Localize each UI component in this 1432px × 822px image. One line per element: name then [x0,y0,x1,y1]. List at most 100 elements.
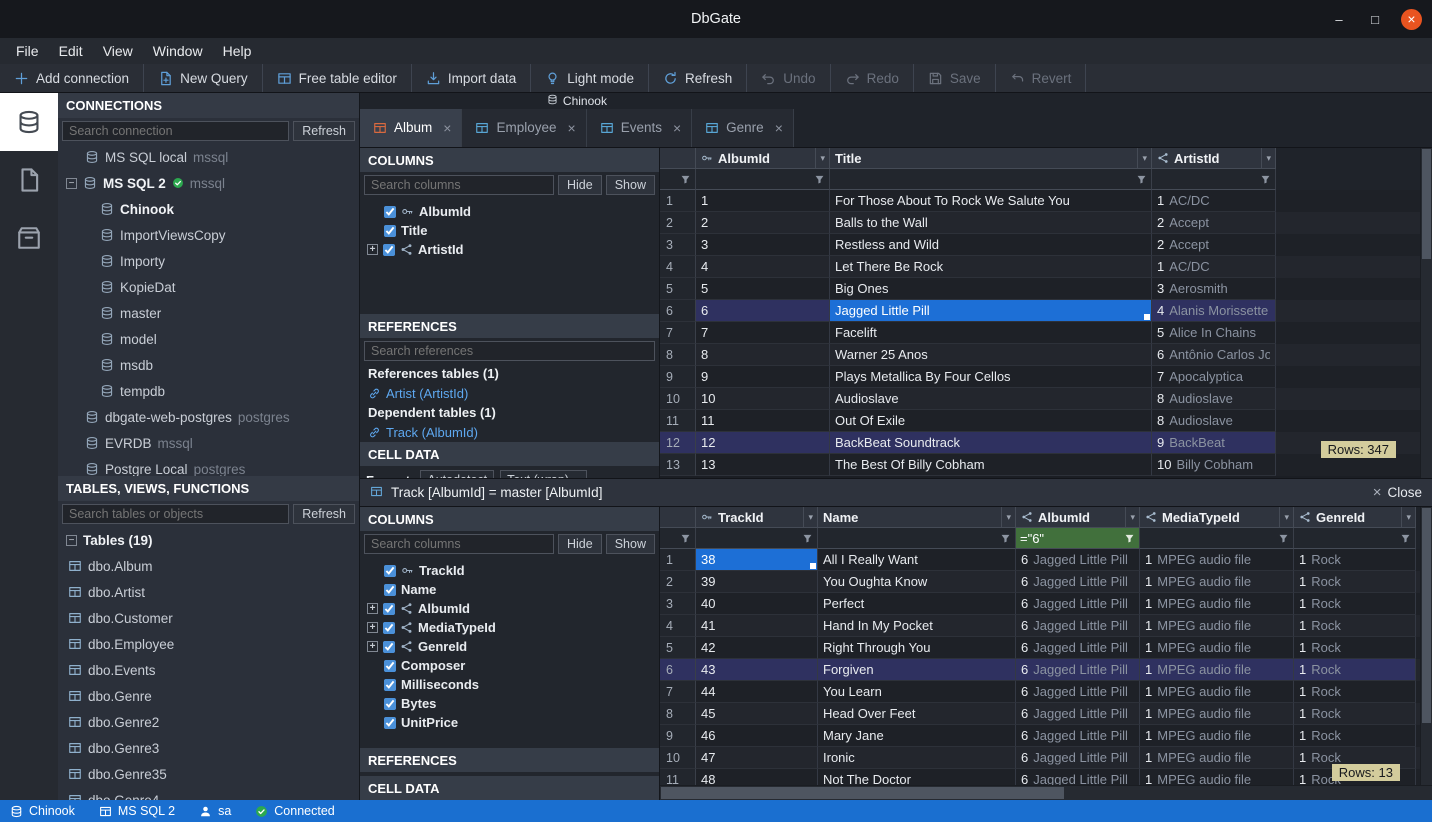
cell-genreid[interactable]: 1Rock [1294,571,1416,593]
column-menu-chevron-icon[interactable]: ▾ [1279,507,1293,527]
close-tab-icon[interactable]: × [673,120,681,136]
cell-genreid[interactable]: 1Rock [1294,549,1416,571]
tables-group[interactable]: −Tables (19) [58,527,359,553]
cell-trackid[interactable]: 48 [696,769,818,785]
cell-albumid[interactable]: 9 [696,366,830,388]
search-tables-input[interactable] [62,504,289,524]
cell-albumid[interactable]: 1 [696,190,830,212]
collapse-icon[interactable]: − [66,178,77,189]
cell-albumid[interactable]: 6Jagged Little Pill [1016,769,1140,785]
wrap-select[interactable]: Text (wrap)▾ [500,470,586,478]
cell-artistid[interactable]: 1AC/DC [1152,256,1276,278]
connection-item-ms-sql-2[interactable]: −MS SQL 2mssql [58,170,359,196]
cell-mediatypeid[interactable]: 1MPEG audio file [1140,703,1294,725]
column-checkbox[interactable] [384,660,396,672]
search-columns-input[interactable] [364,175,554,195]
search-references-input[interactable] [364,341,655,361]
status-chinook[interactable]: Chinook [10,804,75,818]
row-number-cell[interactable]: 5 [660,637,696,659]
cell-name[interactable]: Mary Jane [818,725,1016,747]
row-number-cell[interactable]: 8 [660,344,696,366]
column-checkbox[interactable] [384,584,396,596]
cell-name[interactable]: All I Really Want [818,549,1016,571]
cell-genreid[interactable]: 1Rock [1294,703,1416,725]
menu-file[interactable]: File [6,38,49,64]
row-number-cell[interactable]: 6 [660,300,696,322]
cell-name[interactable]: Not The Doctor [818,769,1016,785]
row-number-cell[interactable]: 4 [660,615,696,637]
cell-artistid[interactable]: 4Alanis Morissette [1152,300,1276,322]
column-header-artistid[interactable]: ArtistId▾ [1152,148,1276,169]
column-checkbox[interactable] [384,565,396,577]
cell-genreid[interactable]: 1Rock [1294,681,1416,703]
refresh-tables-button[interactable]: Refresh [293,504,355,524]
column-item-title[interactable]: Title [360,221,659,240]
column-item-genreid[interactable]: +GenreId [360,637,659,656]
filter-input-artistid[interactable] [1152,169,1276,190]
connection-item-model[interactable]: model [58,326,359,352]
column-checkbox[interactable] [383,641,395,653]
vertical-scrollbar[interactable] [1420,148,1432,478]
cell-title[interactable]: Warner 25 Anos [830,344,1152,366]
table-item-dbo-genre4[interactable]: dbo.Genre4 [58,787,359,800]
cell-title[interactable]: Restless and Wild [830,234,1152,256]
filter-input-trackid[interactable] [696,528,818,549]
cell-trackid[interactable]: 40 [696,593,818,615]
column-checkbox[interactable] [383,603,395,615]
filter-input-albumid[interactable]: ="6" [1016,528,1140,549]
table-item-dbo-genre[interactable]: dbo.Genre [58,683,359,709]
cell-mediatypeid[interactable]: 1MPEG audio file [1140,769,1294,785]
menu-window[interactable]: Window [143,38,213,64]
column-checkbox[interactable] [383,244,395,256]
row-number-cell[interactable]: 8 [660,703,696,725]
row-number-cell[interactable]: 10 [660,747,696,769]
cell-mediatypeid[interactable]: 1MPEG audio file [1140,549,1294,571]
column-item-unitprice[interactable]: UnitPrice [360,713,659,732]
cell-name[interactable]: Right Through You [818,637,1016,659]
cell-artistid[interactable]: 6Antônio Carlos Jobim [1152,344,1276,366]
cell-albumid[interactable]: 6Jagged Little Pill [1016,725,1140,747]
filter-corner[interactable] [660,169,696,190]
expand-icon[interactable]: + [367,603,378,614]
vertical-scrollbar-thumb[interactable] [1422,149,1431,259]
cell-albumid[interactable]: 13 [696,454,830,476]
expand-icon[interactable]: + [367,641,378,652]
cell-albumid[interactable]: 6Jagged Little Pill [1016,637,1140,659]
row-number-cell[interactable]: 5 [660,278,696,300]
column-item-bytes[interactable]: Bytes [360,694,659,713]
row-number-cell[interactable]: 4 [660,256,696,278]
cell-albumid[interactable]: 6Jagged Little Pill [1016,593,1140,615]
cell-mediatypeid[interactable]: 1MPEG audio file [1140,747,1294,769]
widget-db-button[interactable] [0,93,58,151]
horizontal-scrollbar-thumb[interactable] [661,787,1064,799]
cell-albumid[interactable]: 7 [696,322,830,344]
column-menu-chevron-icon[interactable]: ▾ [1137,148,1151,168]
column-item-albumid[interactable]: +AlbumId [360,599,659,618]
status-ms-sql-2[interactable]: MS SQL 2 [99,804,175,818]
row-number-cell[interactable]: 6 [660,659,696,681]
column-menu-chevron-icon[interactable]: ▾ [815,148,829,168]
format-select[interactable]: Autodetect [420,470,494,478]
cell-title[interactable]: Audioslave [830,388,1152,410]
filter-corner[interactable] [660,528,696,549]
cell-albumid[interactable]: 11 [696,410,830,432]
toolbar-import-data-button[interactable]: Import data [412,64,531,92]
toolbar-free-table-editor-button[interactable]: Free table editor [263,64,412,92]
status-sa[interactable]: sa [199,804,231,818]
table-item-dbo-events[interactable]: dbo.Events [58,657,359,683]
cell-name[interactable]: Head Over Feet [818,703,1016,725]
connection-item-ms-sql-local[interactable]: MS SQL localmssql [58,144,359,170]
close-reference-panel-button[interactable]: × Close [1373,484,1422,501]
cell-mediatypeid[interactable]: 1MPEG audio file [1140,659,1294,681]
cell-albumid[interactable]: 6Jagged Little Pill [1016,659,1140,681]
cell-title[interactable]: Out Of Exile [830,410,1152,432]
table-item-dbo-genre35[interactable]: dbo.Genre35 [58,761,359,787]
cell-title[interactable]: Big Ones [830,278,1152,300]
row-number-cell[interactable]: 1 [660,190,696,212]
row-number-cell[interactable]: 10 [660,388,696,410]
cell-genreid[interactable]: 1Rock [1294,637,1416,659]
connection-item-importy[interactable]: Importy [58,248,359,274]
table-item-dbo-genre3[interactable]: dbo.Genre3 [58,735,359,761]
table-item-dbo-genre2[interactable]: dbo.Genre2 [58,709,359,735]
cell-trackid[interactable]: 46 [696,725,818,747]
